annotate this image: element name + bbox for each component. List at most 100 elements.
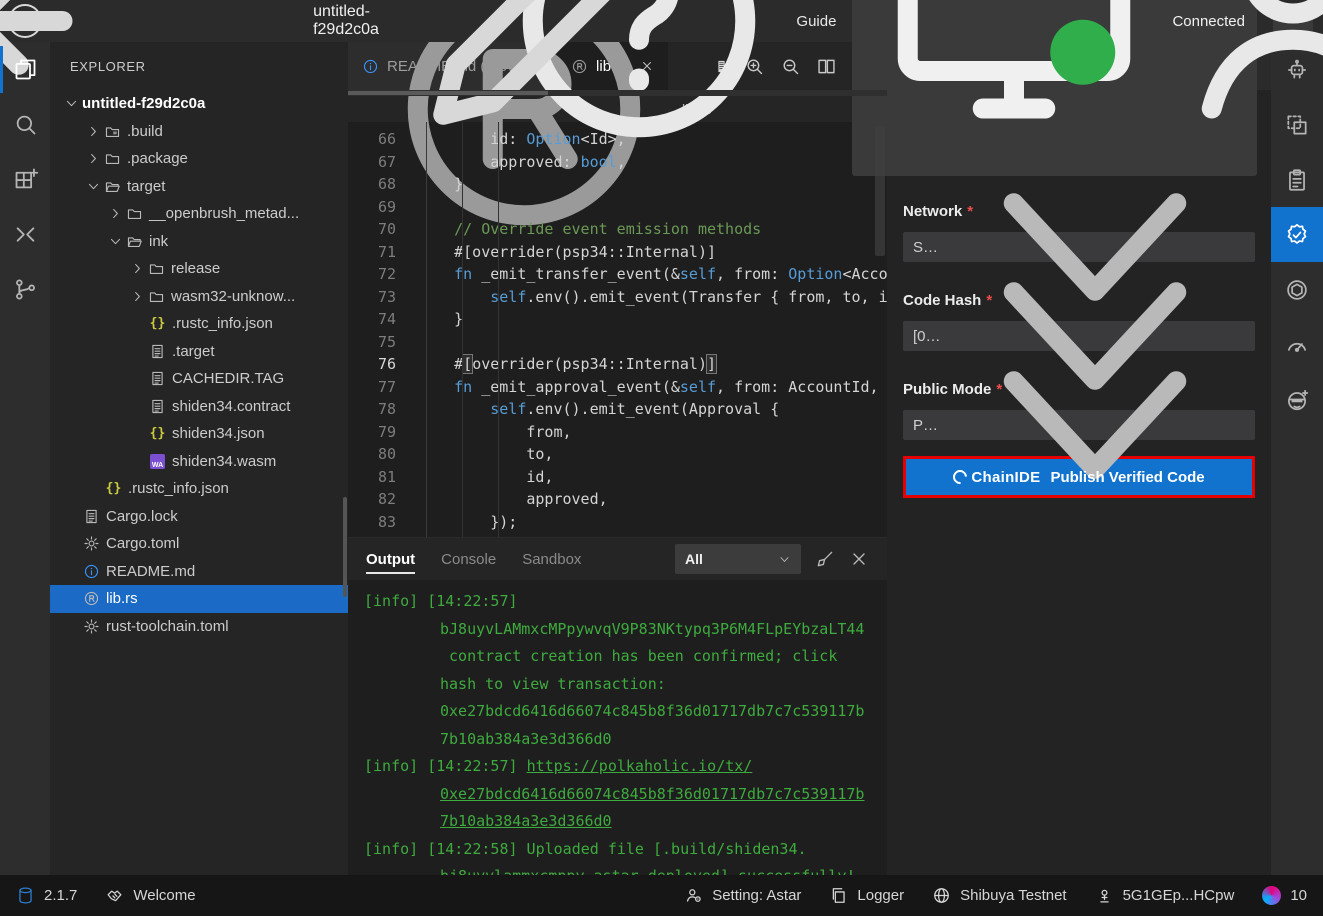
copy-icon (829, 886, 848, 905)
output-tab-sandbox[interactable]: Sandbox (522, 538, 581, 580)
code-line: 79 from, (348, 421, 887, 444)
wasm-icon: WA (150, 454, 165, 469)
line-number: 79 (348, 423, 418, 441)
log-link[interactable]: https://polkaholic.io/tx/ (527, 757, 753, 775)
tree-item[interactable]: release (50, 255, 348, 283)
tree-item-label: .package (127, 150, 188, 167)
tree-item-label: README.md (106, 563, 195, 580)
chevron-right-icon (130, 261, 145, 276)
tree-item-label: Cargo.toml (106, 535, 179, 552)
tree-item[interactable]: {}shiden34.json (50, 420, 348, 448)
chevron-right-icon (86, 124, 101, 139)
output-tab-console[interactable]: Console (441, 538, 496, 580)
network-value: Shibuya (913, 239, 945, 256)
tree-item[interactable]: target (50, 173, 348, 201)
sidebar-scrollbar[interactable] (343, 497, 347, 597)
code-hash-value: [0x7a...fe96] shiden34 .package/shiden34… (913, 328, 945, 345)
file-lines-icon (149, 398, 166, 415)
chevron-down-icon (108, 234, 123, 249)
status-welcome[interactable]: Welcome (105, 886, 195, 905)
code-line: 72 fn _emit_transfer_event(&self, from: … (348, 263, 887, 286)
handshake-icon (105, 886, 124, 905)
globe-icon (932, 886, 951, 905)
line-number: 70 (348, 220, 418, 238)
activity-verified-publish-button[interactable] (1271, 207, 1323, 262)
activity-extensions-button[interactable] (0, 152, 50, 207)
tree-item-label: shiden34.contract (172, 398, 290, 415)
tree-item[interactable]: .package (50, 145, 348, 173)
activity-monkey-button[interactable] (1271, 372, 1323, 427)
code-line: 67 approved: bool, (348, 151, 887, 174)
tree-item[interactable]: shiden34.contract (50, 393, 348, 421)
explorer-sidebar: EXPLORER untitled-f29d2c0a.build .package… (50, 42, 348, 875)
folder-icon (148, 260, 165, 277)
log-filter-select[interactable]: All (675, 544, 801, 574)
left-activity-bar (0, 42, 50, 875)
tree-item[interactable]: Cargo.lock (50, 503, 348, 531)
tree-item[interactable]: CACHEDIR.TAG (50, 365, 348, 393)
activity-search-button[interactable] (0, 97, 50, 152)
code-line: 74 } (348, 308, 887, 331)
activity-sandbox-button[interactable] (1271, 97, 1323, 152)
activity-gauge-button[interactable] (1271, 317, 1323, 372)
avatar-button[interactable] (1273, 6, 1313, 37)
tree-item[interactable]: __openbrush_metad... (50, 200, 348, 228)
tree-item[interactable]: rust-toolchain.toml (50, 613, 348, 641)
tree-item[interactable]: Cargo.toml (50, 530, 348, 558)
tree-item[interactable]: untitled-f29d2c0a (50, 90, 348, 118)
editor-area: README.md (preview)lib.rs lib.rs 66 id: … (348, 42, 887, 875)
status-setting-astar[interactable]: Setting: Astar (684, 886, 801, 905)
activity-source-control-button[interactable] (0, 262, 50, 317)
activity-files-button[interactable] (0, 42, 50, 97)
gear-icon (83, 618, 100, 635)
braces-icon: {} (105, 481, 122, 496)
log-link[interactable]: 0xe27bdcd6416d66074c845b8f36d01717db7c7c… (440, 785, 864, 803)
tree-item[interactable]: lib.rs (50, 585, 348, 613)
status-5g1gep-hcpw[interactable]: 5G1GEp...HCpw (1095, 886, 1235, 905)
tree-item[interactable]: README.md (50, 558, 348, 586)
broom-icon[interactable] (815, 549, 835, 569)
folder-open-icon (104, 178, 121, 195)
explorer-header: EXPLORER (50, 42, 348, 90)
tree-item[interactable]: ink (50, 228, 348, 256)
tree-item-label: ink (149, 233, 168, 250)
robot-icon (1284, 57, 1310, 83)
tree-item[interactable]: .target (50, 338, 348, 366)
tree-item[interactable]: {}.rustc_info.json (50, 475, 348, 503)
code-line: 77 fn _emit_approval_event(&self, from: … (348, 376, 887, 399)
tree-item-label: shiden34.wasm (172, 453, 276, 470)
tabstrip-scrollbar (348, 90, 887, 96)
monkey-icon (1284, 387, 1310, 413)
code-line: 75 (348, 331, 887, 354)
tree-item[interactable]: WA shiden34.wasm (50, 448, 348, 476)
code-editor[interactable]: 66 id: Option<Id>,67 approved: bool,68 }… (348, 122, 887, 537)
account-icon (1095, 886, 1114, 905)
back-button[interactable] (8, 4, 42, 38)
project-title-wrap: untitled-f29d2c0a (360, 0, 640, 42)
tree-item[interactable]: {}.rustc_info.json (50, 310, 348, 338)
log-link[interactable]: 7b10ab384a3e3d366d0 (440, 812, 612, 830)
tree-item[interactable]: .build (50, 118, 348, 146)
output-tab-output[interactable]: Output (366, 538, 415, 580)
status-shibuya-testnet[interactable]: Shibuya Testnet (932, 886, 1066, 905)
close-icon[interactable] (849, 549, 869, 569)
code-line: 76 #[overrider(psp34::Internal)] (348, 353, 887, 376)
editor-scrollbar[interactable] (875, 126, 885, 256)
tree-item[interactable]: wasm32-unknow... (50, 283, 348, 311)
output-panel: Output Console Sandbox All [info] [14:22:57… (348, 537, 887, 875)
activity-compare-button[interactable] (0, 207, 50, 262)
chevron-down-icon (945, 275, 1245, 575)
file-lines-icon (149, 343, 166, 360)
public-mode-select[interactable]: Publish ABI & Source Code (903, 410, 1255, 440)
status-10[interactable]: 10 (1262, 886, 1307, 905)
tabstrip-scroll-thumb[interactable] (348, 91, 548, 95)
status-2-1-7[interactable]: 2.1.7 (16, 886, 77, 905)
status-logger[interactable]: Logger (829, 886, 904, 905)
line-number: 66 (348, 130, 418, 148)
code-line: 66 id: Option<Id>, (348, 128, 887, 151)
log-output: [info] [14:22:57]bJ8uyvLAMmxcMPpywvqV9P8… (348, 580, 887, 875)
line-number: 77 (348, 378, 418, 396)
activity-robot-button[interactable] (1271, 42, 1323, 97)
activity-openai-button[interactable] (1271, 262, 1323, 317)
activity-clipboard-button[interactable] (1271, 152, 1323, 207)
